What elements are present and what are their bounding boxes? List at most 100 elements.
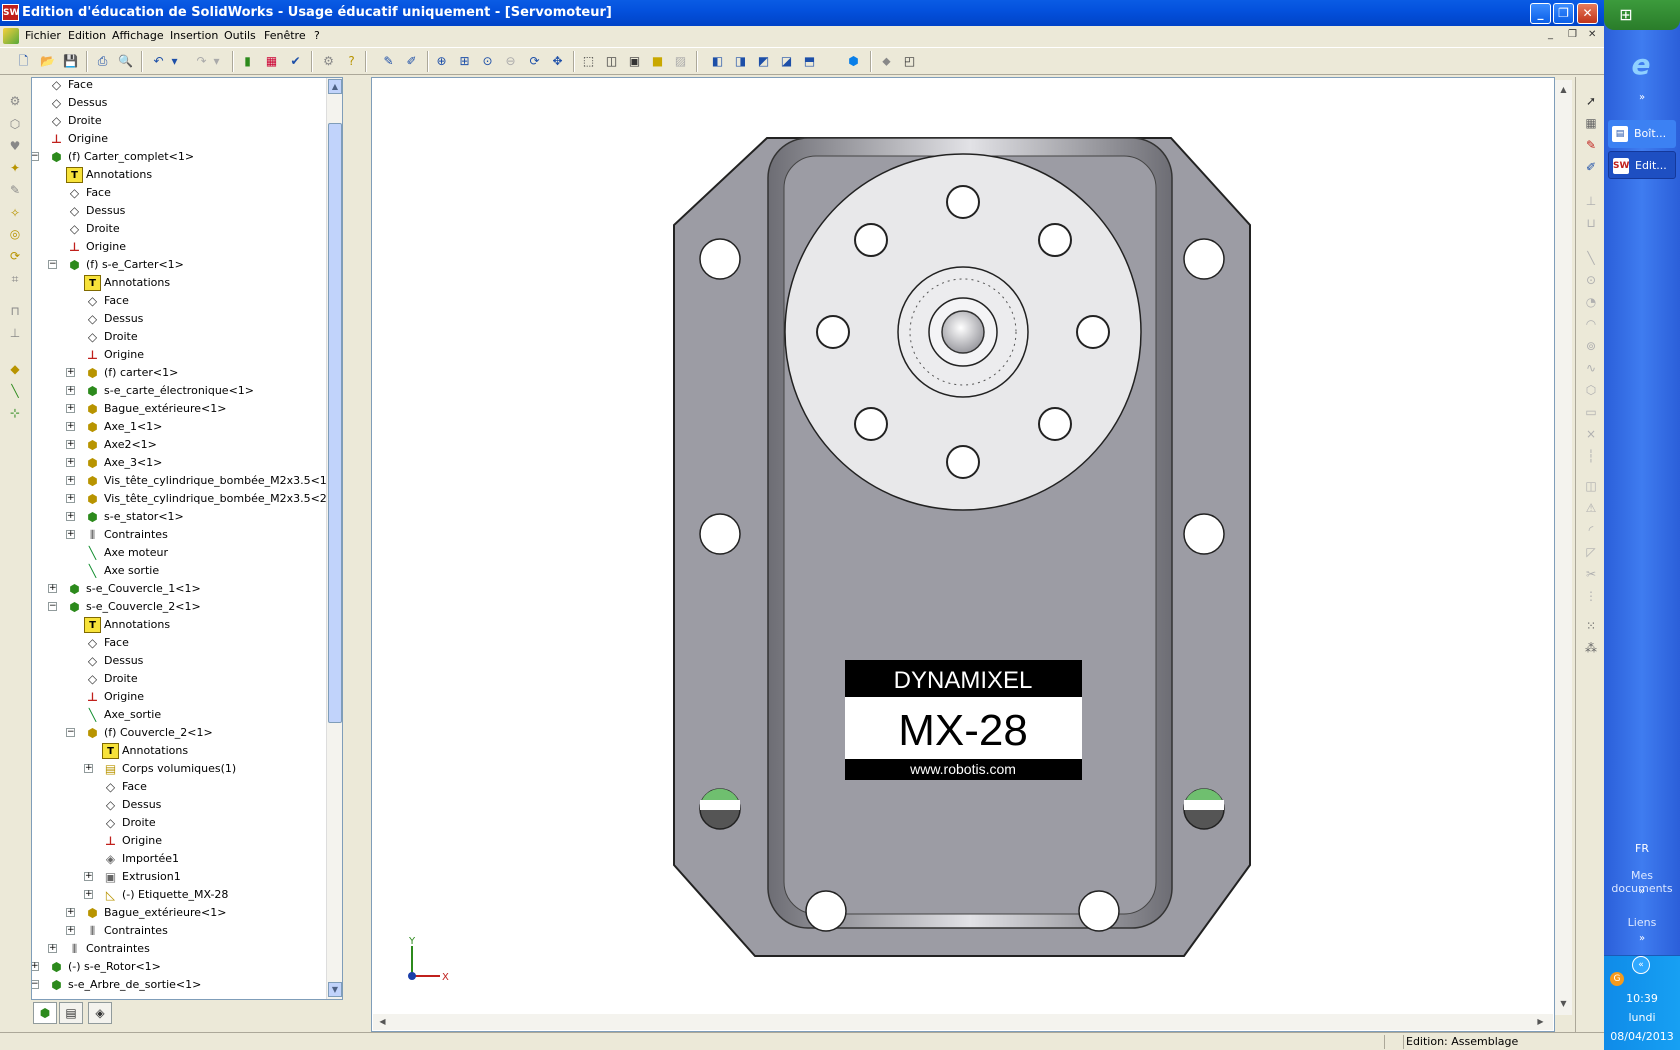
title-bar[interactable]: SW Edition d'éducation de SolidWorks - U… [0, 0, 1604, 26]
top-view-icon[interactable]: ⬒ [801, 53, 818, 70]
tree-node[interactable]: + ⬢ Axe_3<1> [32, 454, 328, 472]
tree-node[interactable]: + ⬢ Vis_tête_cylindrique_bombée_M2x3.5<2> [32, 490, 336, 508]
tree-node[interactable]: + ⬢ Vis_tête_cylindrique_bombée_M2x3.5<1> [32, 472, 336, 490]
expand-icon[interactable]: + [48, 944, 57, 953]
edit-component-icon[interactable]: ⊓ [6, 302, 24, 320]
select-arrow-icon[interactable]: ➚ [1582, 92, 1600, 110]
expand-icon[interactable]: + [66, 404, 75, 413]
tree-node[interactable]: + ⬢ Bague_extérieure<1> [32, 904, 328, 922]
expand-icon[interactable]: + [66, 422, 75, 431]
expand-icon[interactable]: + [66, 476, 75, 485]
close-button[interactable]: ✕ [1577, 3, 1598, 24]
undo-icon[interactable]: ↶ [150, 53, 167, 70]
zoom-area-icon[interactable]: ⊞ [456, 53, 473, 70]
exploded-view-icon[interactable]: ◎ [6, 225, 24, 243]
menu-help[interactable]: ? [314, 29, 320, 42]
back-view-icon[interactable]: ◨ [732, 53, 749, 70]
tree-node[interactable]: ◇ Face [32, 634, 328, 652]
expand-icon[interactable]: + [66, 494, 75, 503]
grid-icon[interactable]: ▦ [1582, 114, 1600, 132]
print-icon[interactable]: ⎙ [94, 53, 111, 70]
expand-icon[interactable]: + [84, 764, 93, 773]
expand-icon[interactable]: + [84, 890, 93, 899]
right-view-icon[interactable]: ◪ [778, 53, 795, 70]
tree-node[interactable]: ◇ Face [32, 778, 328, 796]
restore-button[interactable]: ❐ [1553, 3, 1574, 24]
expand-icon[interactable]: + [66, 512, 75, 521]
doc-close-button[interactable]: ✕ [1588, 29, 1596, 40]
reference-plane-icon[interactable]: ◆ [6, 360, 24, 378]
undo-dropdown-icon[interactable]: ▾ [166, 53, 183, 70]
tree-node[interactable]: ◇ Face [32, 184, 328, 202]
tree-node[interactable]: ◇ Dessus [32, 652, 328, 670]
collapse-icon[interactable]: − [32, 152, 39, 161]
new-file-icon[interactable]: 🗋 [15, 53, 32, 70]
tree-node[interactable]: + ⫴ Contraintes [32, 526, 328, 544]
tree-node[interactable]: + ⬢ s-e_stator<1> [32, 508, 328, 526]
tree-node[interactable]: T Annotations [32, 616, 328, 634]
normal-to-icon[interactable]: ⬥ [878, 53, 895, 70]
expand-icon[interactable]: + [32, 962, 39, 971]
isometric-view-icon[interactable]: ⬢ [845, 53, 862, 70]
sketch-icon[interactable]: ✎ [1582, 136, 1600, 154]
view-vertical-scrollbar[interactable]: ▲ ▼ [1555, 80, 1572, 1015]
hide-show-icon[interactable]: ⌗ [6, 270, 24, 288]
rebuild-icon[interactable]: ▮ [239, 53, 256, 70]
tree-scroll-up-icon[interactable]: ▲ [328, 79, 342, 94]
tree-node[interactable]: ⊥ Origine [32, 832, 328, 850]
menu-outils[interactable]: Outils [224, 29, 256, 42]
tree-node[interactable]: ╲ Axe sortie [32, 562, 328, 580]
feature-manager-tab-icon[interactable]: ⬢ [33, 1002, 57, 1024]
move-component-icon[interactable]: ✎ [6, 181, 24, 199]
zoom-selection-icon[interactable]: ⊖ [502, 53, 519, 70]
my-documents-chevron-icon[interactable]: » [1604, 886, 1680, 897]
tree-node[interactable]: ◈ Importée1 [32, 850, 328, 868]
tree-node[interactable]: ◇ Dessus [32, 202, 328, 220]
tree-node[interactable]: − ⬢ (f) s-e_Carter<1> [32, 256, 328, 274]
menu-fichier[interactable]: Fichier [25, 29, 61, 42]
open-file-icon[interactable]: 📂 [39, 53, 56, 70]
tree-node[interactable]: ◇ Droite [32, 220, 328, 238]
hidden-lines-visible-icon[interactable]: ◫ [603, 53, 620, 70]
smart-select-icon[interactable]: ✐ [403, 53, 420, 70]
tray-app-icon[interactable]: G [1610, 972, 1624, 986]
tree-node[interactable]: T Annotations [32, 166, 328, 184]
tree-node[interactable]: + ⬢ (-) s-e_Rotor<1> [32, 958, 328, 976]
expand-icon[interactable]: + [66, 386, 75, 395]
view-scroll-up-icon[interactable]: ▲ [1556, 82, 1571, 97]
tree-node[interactable]: + ◺ (-) Etiquette_MX-28 [32, 886, 328, 904]
tree-scroll-down-icon[interactable]: ▼ [328, 982, 342, 997]
tree-node[interactable]: ◇ Face [32, 78, 328, 94]
collapse-icon[interactable]: − [66, 728, 75, 737]
collapse-icon[interactable]: − [48, 602, 57, 611]
menu-fenetre[interactable]: Fenêtre [264, 29, 306, 42]
wireframe-icon[interactable]: ⬚ [580, 53, 597, 70]
tree-node[interactable]: + ⬢ Axe2<1> [32, 436, 328, 454]
start-button[interactable]: ⊞ [1604, 0, 1680, 30]
language-indicator[interactable]: FR [1604, 842, 1680, 855]
tree-node[interactable]: ⊥ Origine [32, 346, 328, 364]
menu-edition[interactable]: Edition [68, 29, 106, 42]
expand-icon[interactable]: + [48, 584, 57, 593]
assembly-features-icon[interactable]: ⚙ [6, 92, 24, 110]
app-menu-icon[interactable] [3, 28, 19, 44]
reference-axis-icon[interactable]: ╲ [6, 382, 24, 400]
rotate-view-icon[interactable]: ⟳ [526, 53, 543, 70]
color-palette-icon[interactable]: ▦ [263, 53, 280, 70]
minimize-button[interactable]: _ [1530, 3, 1551, 24]
links-chevron-icon[interactable]: » [1604, 933, 1680, 944]
pan-icon[interactable]: ✥ [549, 53, 566, 70]
menu-affichage[interactable]: Affichage [112, 29, 164, 42]
tree-node[interactable]: − ⬢ (f) Couvercle_2<1> [32, 724, 328, 742]
shaded-with-edges-icon[interactable]: ■ [649, 53, 666, 70]
expand-icon[interactable]: + [66, 440, 75, 449]
tree-node[interactable]: ⊥ Origine [32, 238, 328, 256]
clock-time[interactable]: 10:39 [1604, 992, 1680, 1005]
circular-pattern-icon[interactable]: ⁂ [1582, 639, 1600, 657]
left-view-icon[interactable]: ◩ [755, 53, 772, 70]
quicklaunch-chevron-icon[interactable]: » [1604, 92, 1680, 103]
tree-node[interactable]: ╲ Axe moteur [32, 544, 328, 562]
tree-node[interactable]: + ⬢ (f) carter<1> [32, 364, 328, 382]
taskbar-task-explorer[interactable]: ▤ Boît... [1608, 120, 1676, 148]
expand-icon[interactable]: + [66, 530, 75, 539]
